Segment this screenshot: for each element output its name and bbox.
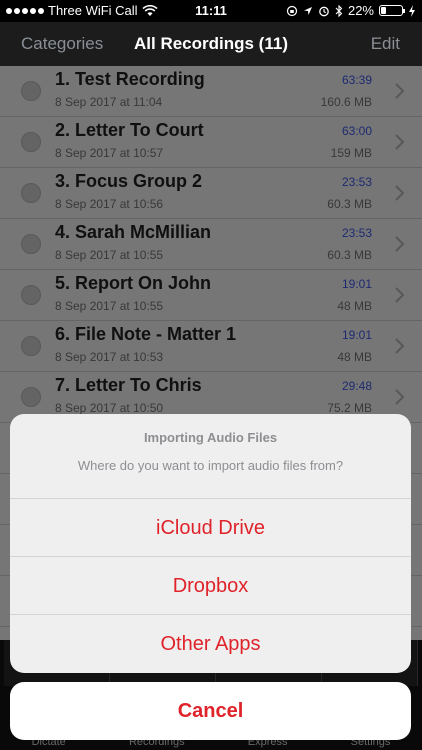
orientation-lock-icon (286, 5, 298, 16)
page-title: All Recordings (11) (134, 34, 288, 53)
bluetooth-icon (335, 4, 343, 17)
edit-button[interactable]: Edit (371, 34, 400, 54)
cancel-button[interactable]: Cancel (10, 682, 411, 740)
status-bar: Three WiFi Call 11:11 22% (0, 0, 422, 22)
charging-icon (409, 4, 415, 17)
battery-percent: 22% (347, 3, 374, 18)
status-right: 22% (286, 3, 416, 18)
icloud-drive-button[interactable]: iCloud Drive (10, 498, 411, 556)
navigation-bar: Categories All Recordings (11) Edit (0, 22, 422, 66)
action-sheet: Importing Audio Files Where do you want … (10, 414, 411, 673)
alarm-icon (319, 6, 329, 16)
location-icon (303, 6, 312, 15)
other-apps-button[interactable]: Other Apps (10, 614, 411, 672)
action-sheet-message: Where do you want to import audio files … (77, 458, 344, 473)
dropbox-button[interactable]: Dropbox (10, 556, 411, 614)
battery-icon (379, 5, 405, 16)
action-sheet-title: Importing Audio Files (143, 430, 278, 445)
